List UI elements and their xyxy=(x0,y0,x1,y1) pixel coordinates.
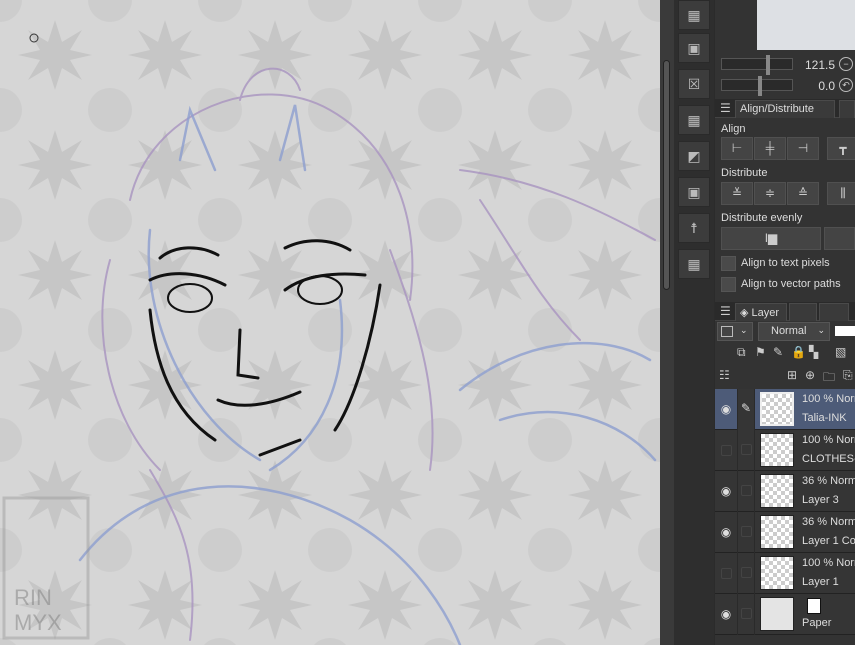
tab-layer[interactable]: ◈ Layer xyxy=(735,303,787,321)
align-right-button[interactable]: ⊣ xyxy=(787,137,819,160)
layer-mode: 100 % Normal xyxy=(802,393,855,405)
canvas-vertical-scrollbar[interactable] xyxy=(660,0,674,645)
layer-name: Talia-INK xyxy=(802,412,847,424)
blend-mode-dropdown[interactable]: Normal ⌄ xyxy=(758,322,830,341)
align-text-pixels-checkbox[interactable] xyxy=(721,256,736,271)
layer-thumbnail xyxy=(760,515,794,549)
svg-text:RIN: RIN xyxy=(14,585,52,610)
mask-icon[interactable]: ▧ xyxy=(835,345,846,359)
align-label: Align xyxy=(721,123,746,135)
eye-icon[interactable]: ◉ xyxy=(719,402,733,416)
panel-menu-icon[interactable]: ☰ xyxy=(720,101,731,115)
hidden-visibility-box[interactable] xyxy=(721,568,732,579)
new-folder-icon[interactable]: 🗀 xyxy=(823,368,835,389)
material-grid-folder-icon[interactable]: ▦ xyxy=(678,105,710,135)
layer-thumbnail xyxy=(760,433,794,467)
align-left-button[interactable]: ⊢ xyxy=(721,137,753,160)
layer-row[interactable]: ◉ 36 % Normal Layer 3 xyxy=(715,471,855,512)
layer-mode: 100 % Normal xyxy=(802,434,855,446)
distribute-bottom-button[interactable]: ≙ xyxy=(787,182,819,205)
material-folder-icon[interactable]: ▦ xyxy=(678,0,710,30)
opacity-slider[interactable] xyxy=(835,326,855,336)
rotate-value: 0.0 xyxy=(818,79,835,93)
material-folder-icon[interactable]: ▣ xyxy=(678,33,710,63)
material-folder-icon[interactable]: ▣ xyxy=(678,177,710,207)
layer-row[interactable]: 100 % Normal CLOTHES- xyxy=(715,430,855,471)
layer-mode: 100 % Normal xyxy=(802,557,855,569)
draft-layer-icon[interactable]: ✎ xyxy=(773,345,783,359)
distribute-top-button[interactable]: ≚ xyxy=(721,182,753,205)
hidden-visibility-box[interactable] xyxy=(721,445,732,456)
distribute-evenly-vertical-button[interactable]: I▆ xyxy=(721,227,821,250)
tab-other[interactable] xyxy=(839,100,855,118)
layer-thumbnail xyxy=(760,556,794,590)
distribute-horizontal-button[interactable]: ⫼ xyxy=(827,182,855,205)
eye-icon[interactable]: ◉ xyxy=(719,607,733,621)
tab-animation[interactable] xyxy=(819,303,849,321)
rotate-slider[interactable] xyxy=(721,76,793,96)
align-center-button[interactable]: ╪ xyxy=(754,137,786,160)
layer-mode: 36 % Normal xyxy=(802,516,855,528)
new-vector-layer-icon[interactable]: ⊕ xyxy=(805,368,815,382)
lock-transparency-icon[interactable]: ▚ xyxy=(809,345,818,359)
layer-name: CLOTHES- xyxy=(802,453,855,465)
paper-icon xyxy=(807,598,821,614)
layer-row[interactable]: ◉ Paper xyxy=(715,594,855,635)
distribute-evenly-label: Distribute evenly xyxy=(721,212,803,224)
layer-row[interactable]: 100 % Normal Layer 1 xyxy=(715,553,855,594)
layers-icon: ◈ xyxy=(740,307,749,319)
zoom-slider[interactable] xyxy=(721,55,793,75)
tab-align-distribute[interactable]: Align/Distribute xyxy=(735,100,835,118)
blending-color-dropdown[interactable]: ⌄ xyxy=(717,322,753,341)
align-vector-paths-checkbox[interactable] xyxy=(721,277,736,292)
layer-thumbnail xyxy=(760,474,794,508)
material-pose-folder-icon[interactable]: ☨ xyxy=(678,213,710,243)
panel-menu-icon[interactable]: ☰ xyxy=(720,304,731,318)
eye-icon[interactable]: ◉ xyxy=(719,525,733,539)
material-folder-x-icon[interactable]: ☒ xyxy=(678,69,710,99)
layer-thumbnail xyxy=(760,392,794,426)
distribute-evenly-horizontal-button[interactable] xyxy=(824,227,855,250)
svg-text:MYX: MYX xyxy=(14,610,62,635)
material-grid-folder-icon[interactable]: ▦ xyxy=(678,249,710,279)
layer-row[interactable]: ◉ ✎ 100 % Normal Talia-INK xyxy=(715,389,855,430)
align-top-button[interactable]: ┳ xyxy=(827,137,855,160)
align-vector-paths-label: Align to vector paths xyxy=(741,278,841,290)
layer-name: Layer 1 xyxy=(802,576,839,588)
layer-list-icon[interactable]: ☷ xyxy=(719,368,730,382)
layer-name: Layer 1 Copy xyxy=(802,535,855,547)
distribute-middle-button[interactable]: ≑ xyxy=(754,182,786,205)
layer-name: Paper xyxy=(802,617,832,629)
layer-row[interactable]: ◉ 36 % Normal Layer 1 Copy xyxy=(715,512,855,553)
lock-icon[interactable]: 🔒 xyxy=(791,345,806,359)
clip-layer-icon[interactable]: ⧉ xyxy=(737,345,746,360)
navigator-preview[interactable] xyxy=(757,0,855,50)
layer-mode: 36 % Normal xyxy=(802,475,855,487)
copy-layer-icon[interactable]: ⎘ xyxy=(843,368,853,383)
zoom-value: 121.5 xyxy=(804,58,835,72)
drawing-canvas[interactable]: RIN MYX xyxy=(0,0,660,645)
zoom-out-icon[interactable]: − xyxy=(839,57,853,71)
sketch-artwork: RIN MYX xyxy=(0,0,660,645)
new-raster-layer-icon[interactable]: ⊞ xyxy=(787,368,797,382)
layer-thumbnail xyxy=(760,597,794,631)
reset-rotation-icon[interactable]: ↶ xyxy=(839,78,853,92)
tab-layer-property[interactable] xyxy=(789,303,817,321)
align-text-pixels-label: Align to text pixels xyxy=(741,257,830,269)
distribute-label: Distribute xyxy=(721,167,768,179)
eye-icon[interactable]: ◉ xyxy=(719,484,733,498)
reference-layer-icon[interactable]: ⚑ xyxy=(755,345,766,359)
material-toolbar: ▦ ▣ ☒ ▦ ◩ ▣ ☨ ▦ xyxy=(674,0,714,645)
pencil-icon: ✎ xyxy=(741,401,752,415)
material-image-folder-icon[interactable]: ◩ xyxy=(678,141,710,171)
layer-name: Layer 3 xyxy=(802,494,839,506)
